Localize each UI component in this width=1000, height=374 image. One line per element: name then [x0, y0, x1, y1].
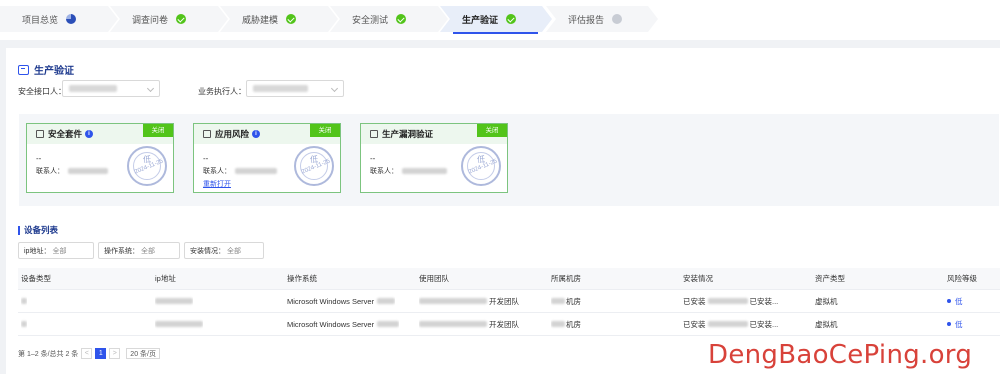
- check-circle-icon: [396, 14, 406, 24]
- device-list-title: 设备列表: [18, 224, 58, 236]
- pagination: 第 1–2 条/总共 2 条 < 1 > 20 条/页: [18, 348, 160, 359]
- risk-stamp: 低 2024-11-25: [461, 146, 501, 186]
- card-value: --: [203, 154, 209, 163]
- active-step-indicator: [453, 32, 538, 34]
- reopen-link[interactable]: 重新打开: [203, 179, 231, 189]
- step-label: 调查问卷: [132, 14, 169, 25]
- col-asset: 资产类型: [815, 274, 845, 283]
- table-row[interactable]: Microsoft Windows Server 开发团队 机房 已安装 已安装.…: [18, 313, 1000, 336]
- redacted-value: [253, 85, 308, 92]
- prev-page-button[interactable]: <: [81, 348, 93, 359]
- status-badge: 关闭: [477, 124, 507, 137]
- card-value: --: [36, 154, 42, 163]
- status-badge: 关闭: [143, 124, 173, 137]
- page-1-button[interactable]: 1: [95, 348, 107, 359]
- card-contact: 联系人：: [370, 166, 447, 176]
- step-label: 评估报告: [568, 14, 605, 25]
- risk-level: 低: [947, 313, 963, 335]
- card-contact: 联系人：: [36, 166, 108, 176]
- pagination-summary: 第 1–2 条/总共 2 条: [18, 350, 79, 358]
- executor-label: 业务执行人：: [198, 87, 246, 96]
- step-questionnaire[interactable]: 调查问卷: [110, 6, 228, 32]
- step-threat-modeling[interactable]: 威胁建模: [220, 6, 338, 32]
- redacted-value: [69, 85, 117, 92]
- chevron-down-icon: [146, 84, 155, 93]
- filter-os[interactable]: 操作系统： 全部: [98, 242, 180, 259]
- progress-pie-icon: [66, 14, 76, 24]
- pending-circle-icon: [612, 14, 622, 24]
- card-contact: 联系人：: [203, 166, 277, 176]
- app-icon: [203, 130, 211, 138]
- check-circle-icon: [286, 14, 296, 24]
- col-room: 所属机房: [551, 274, 581, 283]
- step-production-verification[interactable]: 生产验证: [440, 6, 552, 32]
- progress-stepper: 项目总览 调查问卷 威胁建模 安全测试 生产验证 评估报告: [0, 0, 1000, 40]
- step-label: 威胁建模: [242, 14, 279, 25]
- col-install: 安装情况: [683, 274, 713, 283]
- card-security-suite[interactable]: 安全套件 i 关闭 -- 联系人： 低 2024-11-25: [26, 123, 174, 193]
- col-os: 操作系统: [287, 274, 317, 283]
- step-overview[interactable]: 项目总览: [0, 6, 118, 32]
- check-circle-icon: [176, 14, 186, 24]
- col-risk: 风险等级: [947, 274, 977, 283]
- table-row[interactable]: Microsoft Windows Server 开发团队 机房 已安装 已安装.…: [18, 290, 1000, 313]
- watermark-text: DengBaoCePing.org: [708, 340, 973, 370]
- col-team: 使用团队: [419, 274, 449, 283]
- risk-stamp: 低 2024-11-25: [294, 146, 334, 186]
- step-security-testing[interactable]: 安全测试: [330, 6, 448, 32]
- risk-level: 低: [947, 290, 963, 312]
- chevron-down-icon: [330, 84, 339, 93]
- table-header: 设备类型 ip地址 操作系统 使用团队 所属机房 安装情况 资产类型 风险等级: [18, 268, 1000, 290]
- info-icon[interactable]: i: [252, 130, 261, 138]
- executor-select[interactable]: [246, 80, 344, 97]
- main-card: 生产验证 安全接口人： 业务执行人： 安全套件 i 关闭 -- 联系人： 低 20…: [6, 48, 1000, 374]
- status-badge: 关闭: [310, 124, 340, 137]
- next-page-button[interactable]: >: [109, 348, 121, 359]
- step-assessment-report[interactable]: 评估报告: [546, 6, 658, 32]
- filter-ip[interactable]: ip地址： 全部: [18, 242, 94, 259]
- bug-icon: [370, 130, 378, 138]
- verification-icon: [18, 64, 29, 75]
- page-size-select[interactable]: 20 条/页: [126, 348, 160, 359]
- col-ip: ip地址: [155, 274, 176, 283]
- info-icon[interactable]: i: [85, 130, 94, 138]
- step-label: 安全测试: [352, 14, 389, 25]
- verification-cards-panel: 安全套件 i 关闭 -- 联系人： 低 2024-11-25 应用风险 i 关闭 …: [19, 114, 999, 206]
- check-circle-icon: [506, 14, 516, 24]
- security-contact-select[interactable]: [62, 80, 160, 97]
- risk-stamp: 低 2024-11-25: [127, 146, 167, 186]
- section-title: 生产验证: [18, 62, 74, 77]
- card-production-vuln-verification[interactable]: 生产漏洞验证 关闭 -- 联系人： 低 2024-11-25: [360, 123, 508, 193]
- col-device-type: 设备类型: [21, 274, 51, 283]
- security-contact-label: 安全接口人：: [18, 87, 66, 96]
- suite-icon: [36, 130, 44, 138]
- step-label: 生产验证: [462, 14, 499, 25]
- filter-install[interactable]: 安装情况： 全部: [184, 242, 264, 259]
- card-application-risk[interactable]: 应用风险 i 关闭 -- 联系人： 重新打开 低 2024-11-25: [193, 123, 341, 193]
- card-value: --: [370, 154, 376, 163]
- step-label: 项目总览: [22, 14, 59, 25]
